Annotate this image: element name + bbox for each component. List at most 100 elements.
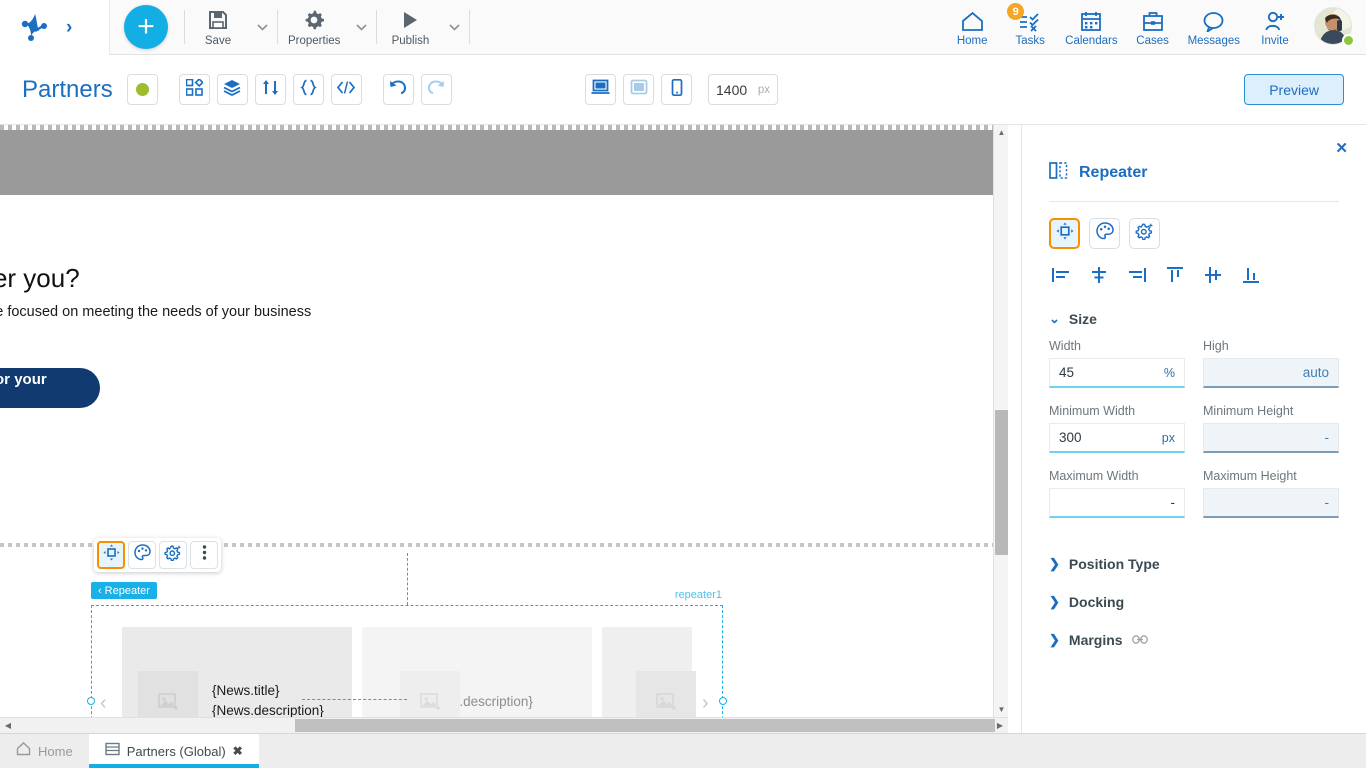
flow-button[interactable]	[254, 74, 286, 105]
properties-dropdown-icon[interactable]	[348, 2, 374, 52]
tab-style[interactable]	[1089, 218, 1120, 249]
taskbar-tab-partners[interactable]: Partners (Global) ✖	[88, 734, 259, 768]
redo-button[interactable]	[420, 74, 452, 105]
min-width-input[interactable]: 300 px	[1049, 423, 1185, 453]
scroll-up-icon[interactable]: ▲	[994, 125, 1009, 140]
tablet-icon	[630, 79, 648, 100]
code-button[interactable]	[330, 74, 362, 105]
top-nav: Home 9 Tasks Calendars Cases Messages In…	[943, 0, 1366, 55]
horizontal-scroll-thumb[interactable]	[295, 719, 995, 732]
nav-cases[interactable]: Cases	[1124, 1, 1182, 53]
width-input[interactable]: 45 %	[1049, 358, 1185, 388]
add-button[interactable]: +	[124, 5, 168, 49]
scroll-down-icon[interactable]: ▼	[994, 702, 1009, 717]
position-type-section-header[interactable]: ❯ Position Type	[1022, 534, 1366, 572]
repeater-card[interactable]: {News.title} {News.description}	[122, 627, 352, 717]
settings-magic-icon	[164, 544, 182, 566]
device-desktop-button[interactable]	[585, 74, 616, 105]
close-panel-icon[interactable]: ✕	[1335, 139, 1348, 157]
carousel-next-button[interactable]: ›	[702, 693, 709, 713]
hero-nav-link-2[interactable]: Frequent Questions	[410, 292, 533, 308]
repeater-icon	[1049, 161, 1068, 185]
resize-handle-right[interactable]	[719, 697, 727, 705]
size-section-header[interactable]: ⌄ Size	[1022, 289, 1366, 327]
save-button[interactable]: Save	[187, 2, 249, 52]
app-logo[interactable]	[18, 11, 52, 43]
scroll-left-icon[interactable]: ◀	[1, 718, 15, 733]
device-mobile-button[interactable]	[661, 74, 692, 105]
page-status-indicator[interactable]	[126, 74, 158, 105]
device-tablet-button[interactable]	[623, 74, 654, 105]
align-top-button[interactable]	[1163, 265, 1187, 289]
layers-button[interactable]	[216, 74, 248, 105]
align-left-button[interactable]	[1049, 265, 1073, 289]
max-width-label: Maximum Width	[1049, 469, 1139, 483]
alignment-controls	[1022, 249, 1366, 289]
hero-section[interactable]: Our coverages Need help? Frequent Questi…	[0, 130, 1000, 308]
save-dropdown-icon[interactable]	[249, 2, 275, 52]
docking-section-header[interactable]: ❯ Docking	[1022, 572, 1366, 610]
min-height-value: -	[1324, 430, 1330, 445]
code-icon	[337, 80, 356, 100]
chevron-right-icon: ❯	[1049, 594, 1060, 609]
flow-icon	[262, 79, 279, 101]
min-height-input[interactable]: -	[1203, 423, 1339, 453]
min-width-label: Minimum Width	[1049, 404, 1136, 418]
carousel-prev-button[interactable]: ‹	[100, 693, 107, 713]
field-row: Maximum Width - Maximum Height -	[1049, 469, 1339, 518]
nav-home[interactable]: Home	[943, 1, 1001, 53]
max-height-input[interactable]: -	[1203, 488, 1339, 518]
canvas-vertical-scrollbar[interactable]: ▲ ▼	[993, 125, 1008, 717]
avatar[interactable]	[1314, 7, 1355, 47]
repeater-card[interactable]: {News.description}	[362, 627, 592, 717]
align-right-button[interactable]	[1125, 265, 1149, 289]
canvas-horizontal-scrollbar[interactable]: ◀ ▶	[0, 717, 1008, 733]
taskbar-tab-partners-label: Partners (Global)	[126, 743, 226, 759]
height-value: auto	[1302, 365, 1329, 380]
quote-now-button[interactable]: Quote now	[560, 275, 720, 316]
undo-button[interactable]	[382, 74, 414, 105]
nav-invite[interactable]: Invite	[1246, 1, 1304, 53]
max-width-field: Maximum Width -	[1049, 469, 1185, 518]
resize-handle-left[interactable]	[87, 697, 95, 705]
repeater-breadcrumb-badge[interactable]: ‹ Repeater	[91, 582, 157, 599]
expand-sidebar-icon[interactable]: ›	[66, 18, 72, 37]
widget-layout-button[interactable]	[97, 541, 125, 569]
taskbar-tab-close-icon[interactable]: ✖	[233, 744, 243, 758]
vertical-scroll-thumb[interactable]	[995, 410, 1008, 555]
min-width-unit: px	[1161, 430, 1175, 445]
preview-button[interactable]: Preview	[1244, 74, 1344, 105]
tab-layout[interactable]	[1049, 218, 1080, 249]
margins-section-header[interactable]: ❯ Margins	[1022, 610, 1366, 648]
design-canvas[interactable]: Our coverages Need help? Frequent Questi…	[0, 125, 1008, 717]
braces-button[interactable]	[292, 74, 324, 105]
properties-button[interactable]: Properties	[280, 2, 348, 52]
nav-messages[interactable]: Messages	[1182, 1, 1246, 53]
align-middle-button[interactable]	[1201, 265, 1225, 289]
widget-more-button[interactable]	[190, 541, 218, 569]
height-input[interactable]: auto	[1203, 358, 1339, 388]
tab-settings[interactable]	[1129, 218, 1160, 249]
publish-button[interactable]: Publish	[379, 2, 441, 52]
align-bottom-button[interactable]	[1239, 265, 1263, 289]
min-width-value: 300	[1059, 430, 1082, 445]
widgets-button[interactable]	[178, 74, 210, 105]
nav-tasks[interactable]: 9 Tasks	[1001, 1, 1059, 53]
publish-dropdown-icon[interactable]	[441, 2, 467, 52]
link-icon[interactable]	[1131, 633, 1148, 647]
insurance-pill-button[interactable]: Insurance for your business	[0, 368, 100, 408]
docking-label: Docking	[1068, 594, 1125, 610]
widget-settings-button[interactable]	[159, 541, 187, 569]
card-description: {News.description}	[212, 703, 324, 717]
align-center-horizontal-button[interactable]	[1087, 265, 1111, 289]
max-height-label: Maximum Height	[1203, 469, 1297, 483]
scroll-right-icon[interactable]: ▶	[993, 718, 1007, 733]
max-width-input[interactable]: -	[1049, 488, 1185, 518]
taskbar-tab-home[interactable]: Home	[0, 734, 89, 768]
widget-style-button[interactable]	[128, 541, 156, 569]
canvas-width-input[interactable]: 1400 px	[708, 74, 778, 105]
repeater-card[interactable]	[602, 627, 696, 717]
save-icon	[207, 8, 229, 32]
gear-icon	[303, 8, 325, 32]
nav-calendars[interactable]: Calendars	[1059, 1, 1123, 53]
